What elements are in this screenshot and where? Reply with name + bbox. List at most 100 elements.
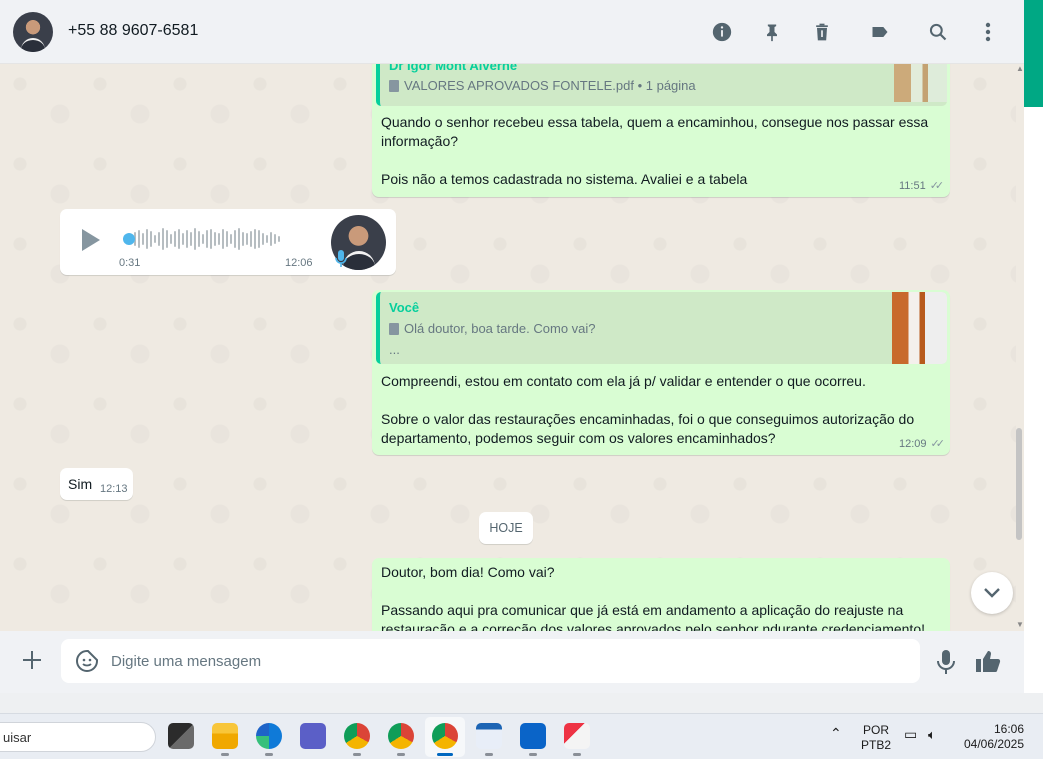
- running-indicator: [265, 753, 273, 756]
- waveform-bar: [138, 230, 140, 248]
- trash-icon[interactable]: [810, 20, 834, 44]
- message-time: 12:06: [285, 257, 313, 269]
- volume-icon[interactable]: 🔈︎: [928, 727, 936, 742]
- double-check-icon: ✓✓: [929, 180, 945, 192]
- scroll-down-arrow[interactable]: ▼: [1016, 620, 1024, 629]
- waveform-bar: [154, 235, 156, 243]
- quote-author: Dr Igor Mont Alverne: [389, 64, 518, 73]
- document-thumbnail: [894, 64, 947, 102]
- file-explorer-icon[interactable]: [212, 723, 238, 749]
- message-text: Compreendi, estou em contato com ela já …: [381, 373, 866, 389]
- chrome-icon[interactable]: [344, 723, 370, 749]
- chat-header: +55 88 9607-6581: [0, 0, 1024, 64]
- message-text: Passando aqui pra comunicar que já está …: [381, 602, 904, 618]
- waveform-bar: [190, 232, 192, 246]
- waveform-bar: [242, 232, 244, 246]
- message-meta: 12:09 ✓✓: [899, 437, 945, 451]
- message-text: informação?: [381, 133, 459, 149]
- microphone-icon: [335, 249, 347, 269]
- taskbar-search-text: uisar: [3, 730, 32, 745]
- waveform-bar: [254, 229, 256, 249]
- search-icon[interactable]: [926, 20, 950, 44]
- chrome-active-icon[interactable]: [432, 723, 458, 749]
- attach-button[interactable]: [21, 649, 45, 673]
- message-input[interactable]: [111, 639, 891, 683]
- scroll-to-bottom-button[interactable]: [971, 572, 1013, 614]
- tray-expand-icon[interactable]: ⌃: [830, 726, 842, 741]
- teams-icon[interactable]: [300, 723, 326, 749]
- quote-author: Você: [389, 300, 420, 315]
- whatsapp-window: +55 88 9607-6581 Dr Igor Mont Alverne VA…: [0, 0, 1024, 693]
- waveform-bar: [270, 232, 272, 246]
- waveform-bar: [246, 233, 248, 245]
- edge-browser-icon[interactable]: [256, 723, 282, 749]
- running-indicator: [353, 753, 361, 756]
- clock[interactable]: 16:06 04/06/2025: [958, 722, 1030, 752]
- waveform-bar: [194, 228, 196, 250]
- pin-icon[interactable]: [760, 20, 784, 44]
- message-time: 11:51: [899, 179, 926, 192]
- waveform-bar: [166, 230, 168, 248]
- waveform-bar: [170, 234, 172, 244]
- language-indicator[interactable]: POR PTB2: [860, 723, 892, 753]
- incoming-message[interactable]: Sim 12:13: [60, 468, 133, 500]
- outlook-icon[interactable]: [520, 723, 546, 749]
- quote-file-name: VALORES APROVADOS FONTELE.pdf • 1 página: [404, 78, 696, 93]
- sticker-icon[interactable]: [75, 649, 99, 673]
- outgoing-message[interactable]: Dr Igor Mont Alverne VALORES APROVADOS F…: [372, 64, 950, 197]
- window-edge: [1024, 107, 1043, 693]
- audio-progress-handle[interactable]: [123, 233, 135, 245]
- running-indicator: [397, 753, 405, 756]
- thumbs-up-icon: [976, 651, 1001, 672]
- label-icon[interactable]: [868, 20, 892, 44]
- waveform-bar: [158, 232, 160, 246]
- waveform-bar: [278, 236, 280, 242]
- audio-waveform[interactable]: [126, 227, 306, 251]
- waveform-bar: [178, 229, 180, 249]
- waveform-bar: [274, 234, 276, 244]
- chrome-profile-icon[interactable]: [388, 723, 414, 749]
- outgoing-message[interactable]: Você Olá doutor, boa tarde. Como vai? ..…: [372, 290, 950, 455]
- contact-avatar[interactable]: [13, 12, 53, 52]
- waveform-bar: [150, 231, 152, 247]
- info-icon[interactable]: [710, 20, 734, 44]
- snipping-tool-icon[interactable]: [564, 723, 590, 749]
- message-text: departamento, podemos seguir com os valo…: [381, 430, 776, 446]
- waveform-bar: [206, 230, 208, 248]
- message-list[interactable]: Dr Igor Mont Alverne VALORES APROVADOS F…: [0, 64, 1016, 631]
- contact-name[interactable]: +55 88 9607-6581: [68, 22, 198, 40]
- waveform-bar: [210, 229, 212, 249]
- scroll-up-arrow[interactable]: ▲: [1016, 64, 1024, 73]
- thumbs-up-button[interactable]: [975, 649, 1001, 675]
- quoted-message[interactable]: Você Olá doutor, boa tarde. Como vai? ..…: [376, 292, 947, 364]
- running-indicator: [485, 753, 493, 756]
- audio-duration: 0:31: [119, 257, 141, 269]
- language-line1: POR: [862, 723, 889, 737]
- voice-record-button[interactable]: [936, 649, 960, 675]
- quote-text: Olá doutor, boa tarde. Como vai?: [389, 321, 596, 336]
- more-vertical-icon[interactable]: [976, 20, 1000, 44]
- task-view-icon[interactable]: [168, 723, 194, 749]
- running-indicator: [529, 753, 537, 756]
- window-bottom-gap: [0, 693, 1043, 713]
- image-thumbnail[interactable]: [892, 292, 947, 364]
- document-icon: [389, 79, 399, 92]
- taskbar-search-box[interactable]: uisar: [0, 722, 156, 752]
- network-icon[interactable]: ▭: [904, 727, 917, 742]
- outgoing-message[interactable]: Doutor, bom dia! Como vai? Passando aqui…: [372, 558, 950, 631]
- message-time: 12:09: [899, 437, 927, 450]
- clock-time: 16:06: [993, 722, 1024, 736]
- notepad-icon[interactable]: [476, 723, 502, 749]
- message-text: restauração e a correção dos valores apr…: [381, 621, 925, 631]
- waveform-bar: [266, 235, 268, 243]
- composer: [0, 631, 1024, 693]
- incoming-audio-message[interactable]: 0:31 12:06: [60, 209, 396, 275]
- waveform-bar: [218, 233, 220, 245]
- waveform-bar: [182, 233, 184, 245]
- document-icon: [389, 322, 399, 335]
- scrollbar-thumb[interactable]: [1016, 428, 1022, 540]
- message-input-container: [61, 639, 920, 683]
- accent-strip: [1024, 0, 1043, 107]
- quoted-message[interactable]: Dr Igor Mont Alverne VALORES APROVADOS F…: [376, 64, 947, 106]
- play-icon[interactable]: [82, 229, 100, 251]
